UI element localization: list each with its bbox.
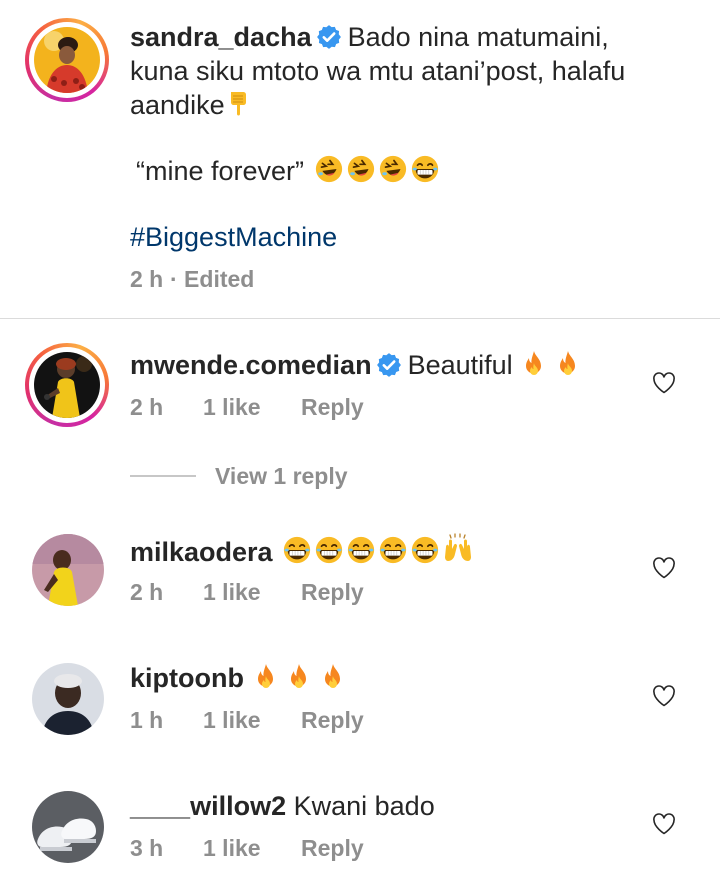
comment-time: 2 h [130, 394, 164, 420]
raised-hands-emoji [442, 533, 474, 565]
point-down-emoji [227, 90, 251, 118]
rofl-emoji [378, 154, 408, 184]
comment-quote: “mine forever” [136, 156, 305, 186]
comment-time: 3 h [130, 835, 164, 861]
like-count[interactable]: 1 like [203, 579, 261, 606]
rofl-emoji [346, 154, 376, 184]
avatar[interactable] [32, 663, 104, 735]
comment-text: Kwani bado [293, 791, 435, 821]
comment-username[interactable]: sandra_dacha [130, 22, 312, 52]
heart-outline-icon[interactable] [652, 557, 676, 579]
edited-label: · Edited [170, 266, 255, 292]
grin-emoji [410, 535, 440, 565]
fire-emoji [287, 663, 311, 691]
grin-emoji [282, 535, 312, 565]
like-count[interactable]: 1 like [203, 394, 261, 421]
reply-button[interactable]: Reply [301, 394, 364, 421]
view-replies-line [130, 475, 196, 477]
comment-username[interactable]: ____willow2 [130, 791, 286, 821]
verified-badge-icon [316, 24, 342, 50]
hashtag-link[interactable]: #BiggestMachine [130, 220, 690, 254]
reply-button[interactable]: Reply [301, 835, 364, 862]
story-ring[interactable] [25, 343, 109, 427]
verified-badge-icon [376, 352, 402, 378]
comment-text-line: kuna siku mtoto wa mtu atani’post, halaf… [130, 56, 626, 86]
reply-button[interactable]: Reply [301, 579, 364, 606]
avatar[interactable] [32, 534, 104, 606]
fire-emoji [522, 350, 546, 378]
reply-button[interactable]: Reply [301, 707, 364, 734]
fire-emoji [321, 663, 345, 691]
comment-text-line: aandike [130, 90, 225, 120]
comment-body: sandra_dacha Bado nina matumaini, kuna si… [130, 20, 690, 254]
story-ring[interactable] [25, 18, 109, 102]
divider [0, 318, 720, 319]
like-count[interactable]: 1 like [203, 835, 261, 862]
fire-emoji [556, 350, 580, 378]
heart-outline-icon[interactable] [652, 372, 676, 394]
avatar[interactable] [32, 791, 104, 863]
fire-emoji [254, 663, 278, 691]
comment-username[interactable]: kiptoonb [130, 663, 244, 693]
comment-time: 2 h [130, 579, 164, 605]
comment-body: ____willow2 Kwani bado [130, 789, 435, 823]
grin-emoji [410, 154, 440, 184]
comment-body: milkaodera [130, 533, 474, 569]
comment-body: mwende.comedian Beautiful [130, 348, 580, 382]
comment-username[interactable]: milkaodera [130, 537, 273, 567]
heart-outline-icon[interactable] [652, 813, 676, 835]
comment-text-line: Bado nina matumaini, [347, 22, 609, 52]
grin-emoji [378, 535, 408, 565]
comment-time: 2 h [130, 266, 164, 292]
comment-username[interactable]: mwende.comedian [130, 350, 372, 380]
view-replies-button[interactable]: View 1 reply [215, 463, 348, 490]
avatar[interactable] [34, 352, 100, 418]
grin-emoji [314, 535, 344, 565]
comment-body: kiptoonb [130, 661, 345, 695]
comment-text: Beautiful [407, 350, 513, 380]
rofl-emoji [314, 154, 344, 184]
avatar[interactable] [34, 27, 100, 93]
like-count[interactable]: 1 like [203, 707, 261, 734]
grin-emoji [346, 535, 376, 565]
comment-time: 1 h [130, 707, 164, 733]
heart-outline-icon[interactable] [652, 685, 676, 707]
